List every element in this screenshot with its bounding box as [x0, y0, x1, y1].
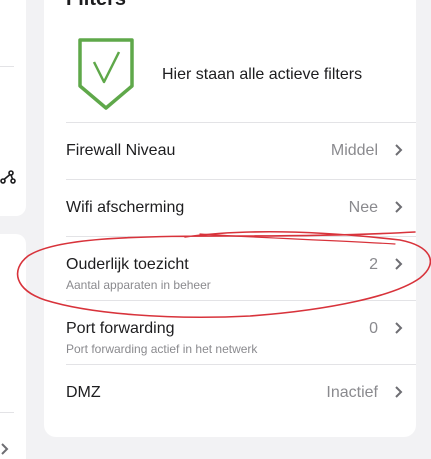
row-divider — [66, 236, 416, 237]
row-port-forwarding[interactable]: Port forwarding Port forwarding actief i… — [66, 320, 416, 356]
row-divider — [66, 122, 416, 123]
row-wifi-afscherming[interactable]: Wifi afscherming Nee — [66, 199, 416, 221]
chevron-right-icon — [394, 384, 404, 405]
row-divider — [66, 364, 416, 365]
chevron-right-icon — [394, 199, 404, 220]
row-firewall-niveau[interactable]: Firewall Niveau Middel — [66, 142, 416, 164]
left-card-top — [0, 0, 26, 216]
row-divider — [66, 300, 416, 301]
chevron-right-icon — [394, 256, 404, 277]
filters-title: Filters — [66, 0, 126, 11]
row-value: Nee — [348, 199, 378, 216]
row-sublabel: Port forwarding actief in het netwerk — [66, 342, 258, 356]
chevron-right-icon — [394, 142, 404, 163]
row-dmz[interactable]: DMZ Inactief — [66, 384, 416, 406]
row-label: Ouderlijk toezicht — [66, 256, 189, 273]
row-ouderlijk-toezicht[interactable]: Ouderlijk toezicht Aantal apparaten in b… — [66, 256, 416, 292]
row-value: Inactief — [326, 384, 378, 401]
active-filters-summary: Hier staan alle actieve filters — [162, 66, 363, 83]
row-label: Port forwarding — [66, 320, 175, 337]
row-sublabel: Aantal apparaten in beheer — [66, 278, 211, 292]
network-nodes-icon[interactable] — [0, 168, 16, 189]
row-value: Middel — [330, 142, 378, 159]
chevron-right-icon[interactable] — [0, 442, 10, 459]
row-label: Wifi afscherming — [66, 199, 185, 216]
left-card-bottom — [0, 234, 26, 459]
left-card-divider — [0, 66, 14, 67]
chevron-right-icon — [394, 320, 404, 341]
row-value: 2 — [369, 256, 378, 273]
row-label: Firewall Niveau — [66, 142, 176, 159]
row-label: DMZ — [66, 384, 101, 401]
row-divider — [66, 179, 416, 180]
row-value: 0 — [369, 320, 378, 337]
shield-check-icon — [76, 36, 136, 112]
filters-panel: Filters Hier staan alle actieve filters … — [44, 0, 416, 437]
left-card-divider — [0, 412, 14, 413]
